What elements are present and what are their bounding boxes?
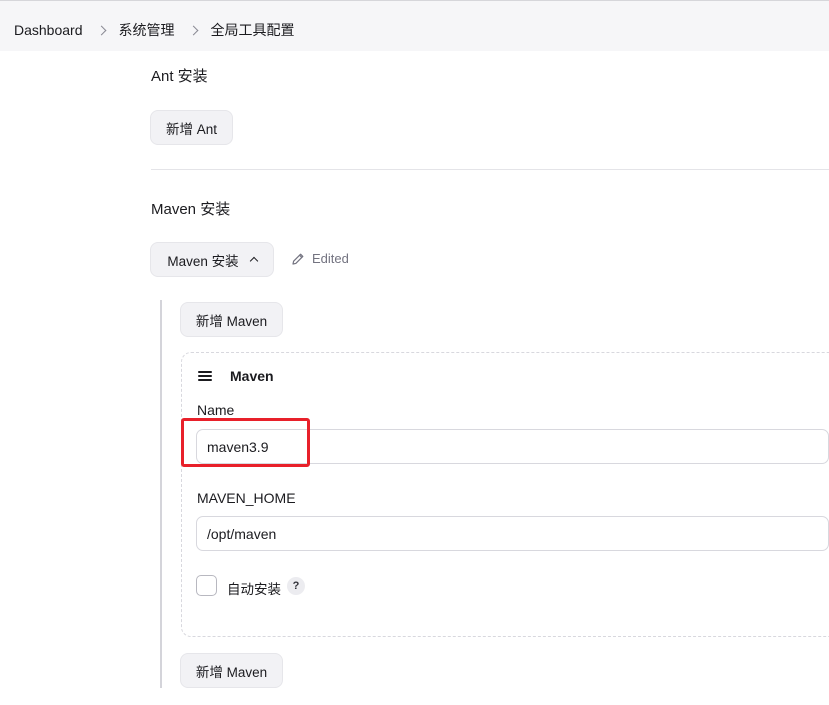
breadcrumb-dashboard[interactable]: Dashboard: [14, 22, 83, 38]
maven-card-header: Maven: [198, 368, 274, 384]
auto-install-label[interactable]: 自动安装: [227, 578, 281, 598]
drag-handle-icon[interactable]: [198, 371, 212, 381]
auto-install-checkbox[interactable]: [196, 575, 217, 596]
chevron-up-icon: [249, 256, 258, 266]
breadcrumb: Dashboard 系统管理 全局工具配置: [14, 20, 295, 40]
top-bar: Dashboard 系统管理 全局工具配置: [0, 0, 829, 51]
edited-indicator: Edited: [291, 251, 349, 266]
maven-section-title: Maven 安装: [151, 201, 231, 218]
pencil-icon: [292, 253, 304, 265]
edited-label: Edited: [312, 251, 349, 266]
maven-install-toggle-button[interactable]: Maven 安装: [150, 242, 274, 277]
name-field-label: Name: [197, 402, 235, 418]
maven-home-input[interactable]: [196, 516, 829, 551]
chevron-right-icon: [188, 25, 198, 35]
maven-home-field-label: MAVEN_HOME: [197, 490, 296, 506]
add-maven-button-top[interactable]: 新增 Maven: [180, 302, 283, 337]
maven-card-title: Maven: [230, 368, 274, 384]
add-maven-button-bottom[interactable]: 新增 Maven: [180, 653, 283, 688]
help-icon[interactable]: ?: [287, 577, 305, 595]
section-divider: [151, 169, 829, 170]
ant-section-title: Ant 安装: [151, 68, 208, 85]
breadcrumb-global-tool-config[interactable]: 全局工具配置: [211, 20, 295, 40]
add-ant-button[interactable]: 新增 Ant: [150, 110, 233, 145]
maven-install-toggle-label: Maven 安装: [167, 253, 239, 269]
name-input[interactable]: [196, 429, 829, 464]
nested-indent-line: [160, 300, 162, 688]
chevron-right-icon: [96, 25, 106, 35]
breadcrumb-system-management[interactable]: 系统管理: [119, 20, 175, 40]
